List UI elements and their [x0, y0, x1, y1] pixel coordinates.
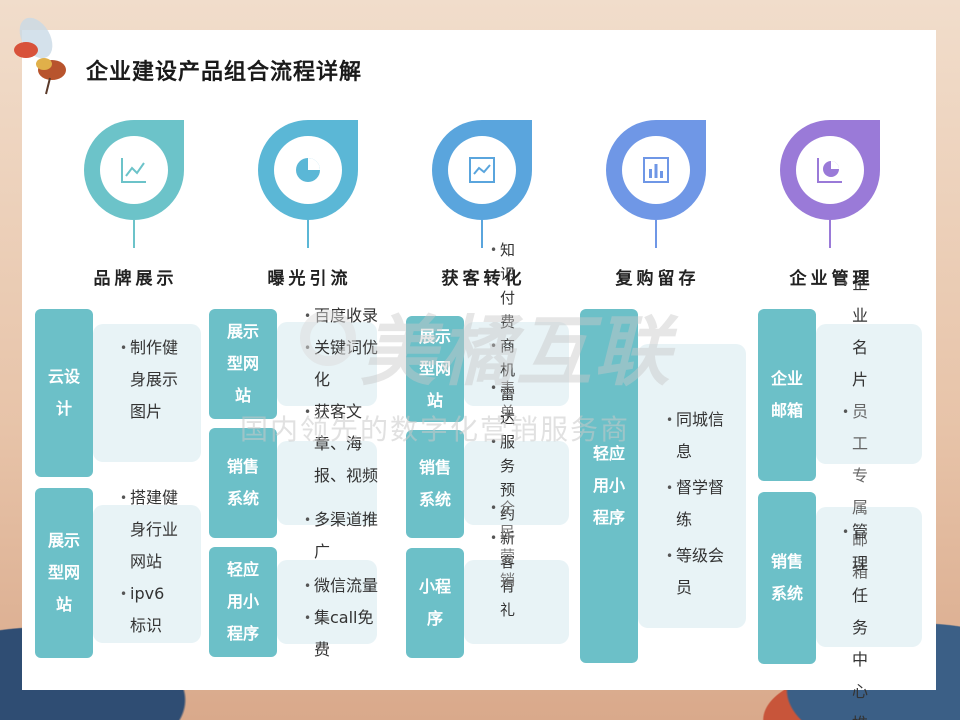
bullet-list: • 多渠道推广 [304, 510, 379, 561]
tag-showcase-site[interactable]: 展示型网站 [406, 316, 464, 422]
bullet-list: •管理任务中心 •推 [842, 522, 869, 720]
stage-title: 曝光引流 [267, 269, 352, 289]
tag-cloud-design[interactable]: 云设计 [35, 309, 93, 477]
tag-light-app[interactable]: 轻应用小程序 [209, 547, 277, 657]
bullet-list: • 同城信息 • 督学督练 • 等级会员 [666, 410, 725, 597]
tag-showcase-site[interactable]: 展示型网站 [209, 309, 277, 419]
bullet-list: • 企业名片 [842, 274, 869, 389]
line-chart-icon [121, 158, 146, 183]
stage-title: 企业管理 [789, 269, 874, 289]
pie-chart-icon [296, 158, 320, 182]
tag-mini-program[interactable]: 小程序 [406, 548, 464, 658]
bullet-list: • 搭建健身行业网站 • ipv6标识 [120, 488, 179, 635]
tag-light-app[interactable]: 轻应用小程序 [580, 309, 638, 663]
stage-drop [432, 120, 532, 220]
bullet-list: • 全民营销 [490, 499, 516, 589]
tag-sales-system[interactable]: 销售系统 [758, 492, 816, 664]
stage-drop [780, 120, 880, 220]
trend-chart-icon [469, 157, 495, 183]
bullet-list: • 表单 [490, 379, 516, 421]
tag-enterprise-mail[interactable]: 企业邮箱 [758, 309, 816, 481]
pie-report-icon [817, 158, 842, 183]
bullet-list: • 百度收录 • 关键词优化 • 获客文章、海报、视频 [304, 306, 379, 485]
stage-drop [606, 120, 706, 220]
tag-sales-system[interactable]: 销售系统 [406, 430, 464, 538]
tag-sales-system[interactable]: 销售系统 [209, 428, 277, 538]
bullet-list: • 微信流量 • 集call免费 [304, 576, 379, 659]
bullet-list: • 制作健身展示图片 [120, 338, 179, 421]
stage-drop [84, 120, 184, 220]
stage-drop [258, 120, 358, 220]
stage-title: 品牌展示 [93, 269, 178, 289]
stage-title: 复购留存 [615, 269, 700, 289]
tag-showcase-site[interactable]: 展示型网站 [35, 488, 93, 658]
bar-chart-icon [643, 157, 669, 183]
stage-title: 获客转化 [441, 269, 526, 289]
